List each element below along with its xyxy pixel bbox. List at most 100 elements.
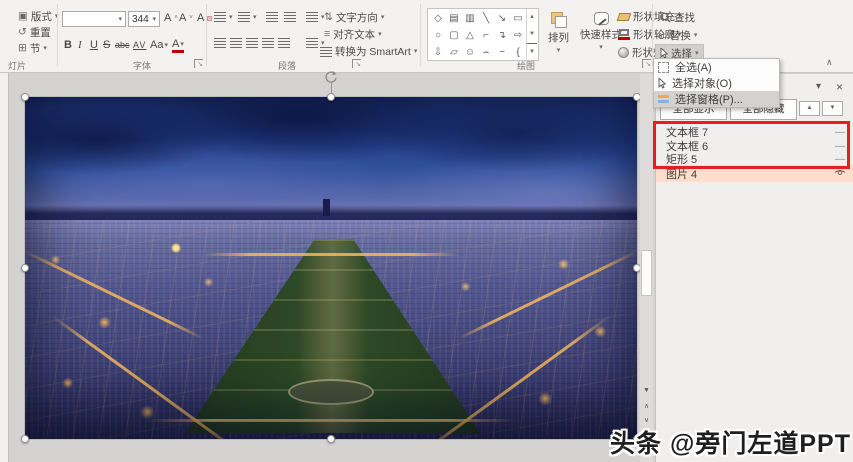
rotation-handle[interactable] bbox=[324, 70, 338, 84]
font-size-combo[interactable]: 344 bbox=[128, 11, 160, 27]
slide-scrollbar[interactable] bbox=[640, 74, 653, 462]
line-spacing-button[interactable] bbox=[306, 12, 325, 22]
bring-forward-button[interactable] bbox=[799, 101, 820, 116]
hidden-state-icon[interactable]: — bbox=[835, 127, 845, 138]
font-name-combo[interactable] bbox=[62, 11, 126, 27]
shape-vertical-textbox[interactable]: ▥ bbox=[462, 10, 478, 27]
hidden-state-icon[interactable]: — bbox=[835, 154, 845, 165]
shape-rectangle[interactable]: ▭ bbox=[510, 10, 526, 27]
shrink-font-button[interactable]: A bbox=[179, 12, 193, 24]
pane-item-rectangle5[interactable]: 矩形 5 — bbox=[656, 152, 853, 166]
decrease-indent-icon bbox=[266, 12, 278, 22]
increase-indent-button[interactable] bbox=[284, 12, 296, 22]
shape-parallelogram[interactable]: ▱ bbox=[446, 44, 462, 61]
chevron-down-icon bbox=[599, 44, 603, 51]
shadow-button[interactable]: S bbox=[103, 38, 115, 53]
shape-arrow-line[interactable]: ↘ bbox=[494, 10, 510, 27]
layout-button[interactable]: 版式 bbox=[18, 9, 58, 24]
shape-oval[interactable]: ○ bbox=[430, 27, 446, 44]
chevron-down-icon bbox=[118, 16, 122, 23]
shape-right-arrow[interactable]: ⇨ bbox=[510, 27, 526, 44]
send-backward-button[interactable] bbox=[822, 101, 843, 116]
scrollbar-thumb[interactable] bbox=[641, 250, 652, 296]
numbering-button[interactable] bbox=[238, 12, 257, 22]
clear-formatting-button[interactable]: A bbox=[197, 12, 212, 24]
shape-triangle[interactable]: △ bbox=[462, 27, 478, 44]
shape-arc[interactable]: ⌢ bbox=[478, 44, 494, 61]
pane-item-picture4[interactable]: 图片 4 bbox=[656, 165, 853, 182]
group-divider bbox=[206, 4, 207, 66]
menu-item-select-objects[interactable]: 选择对象(O) bbox=[654, 75, 779, 91]
reset-button[interactable]: 重置 bbox=[18, 25, 51, 40]
find-button[interactable]: 查找 bbox=[660, 10, 695, 25]
chevron-down-icon bbox=[180, 41, 184, 48]
section-button[interactable]: 节 bbox=[18, 41, 47, 56]
align-center-button[interactable] bbox=[230, 38, 242, 48]
align-center-icon bbox=[230, 38, 242, 48]
search-icon bbox=[660, 12, 671, 23]
resize-handle-top-center[interactable] bbox=[327, 93, 335, 101]
shape-smiley[interactable]: ☺ bbox=[462, 44, 478, 61]
layout-icon bbox=[18, 11, 28, 22]
reset-label: 重置 bbox=[30, 25, 51, 40]
justify-button[interactable] bbox=[262, 38, 274, 48]
previous-slide-icon[interactable] bbox=[640, 400, 653, 413]
align-right-button[interactable] bbox=[246, 38, 258, 48]
collapse-ribbon-icon[interactable] bbox=[826, 58, 833, 67]
pane-close-icon[interactable] bbox=[836, 81, 843, 93]
convert-smartart-button[interactable]: 转换为 SmartArt bbox=[320, 44, 417, 59]
shapes-gallery-scrollbar[interactable] bbox=[526, 9, 537, 60]
gallery-down-icon[interactable] bbox=[527, 26, 537, 43]
font-color-button[interactable]: A bbox=[172, 38, 184, 53]
decrease-indent-button[interactable] bbox=[266, 12, 278, 22]
shape-line[interactable]: ╲ bbox=[478, 10, 494, 27]
select-dropdown-menu: 全选(A) 选择对象(O) 选择窗格(P)... bbox=[653, 58, 780, 108]
shape-diamond[interactable]: ◇ bbox=[430, 10, 446, 27]
quick-styles-button[interactable]: 快速样式 bbox=[580, 12, 622, 51]
shrink-arrow-icon bbox=[189, 15, 193, 21]
text-direction-button[interactable]: 文字方向 bbox=[324, 10, 384, 25]
line-spacing-icon bbox=[306, 12, 318, 22]
resize-handle-bottom-left[interactable] bbox=[21, 435, 29, 443]
strikethrough-button[interactable]: abc bbox=[115, 38, 130, 53]
scroll-down-icon[interactable] bbox=[640, 384, 653, 397]
menu-item-selection-pane[interactable]: 选择窗格(P)... bbox=[654, 91, 779, 107]
shape-elbow-arrow[interactable]: ↴ bbox=[494, 27, 510, 44]
selected-picture-paris-aerial[interactable] bbox=[25, 97, 637, 439]
resize-handle-top-left[interactable] bbox=[21, 93, 29, 101]
shape-down-arrow[interactable]: ⇩ bbox=[430, 44, 446, 61]
shape-elbow-connector[interactable]: ⌐ bbox=[478, 27, 494, 44]
shape-curve[interactable]: ~ bbox=[494, 44, 510, 61]
distribute-button[interactable] bbox=[278, 38, 290, 48]
shape-outline-icon bbox=[618, 29, 630, 40]
drawing-dialog-launcher[interactable] bbox=[642, 59, 651, 68]
layout-label: 版式 bbox=[31, 9, 52, 24]
resize-handle-bottom-center[interactable] bbox=[327, 435, 335, 443]
resize-handle-mid-left[interactable] bbox=[21, 264, 29, 272]
pane-item-textbox7[interactable]: 文本框 7 — bbox=[656, 125, 853, 139]
gallery-up-icon[interactable] bbox=[527, 9, 537, 26]
shape-textbox[interactable]: ▤ bbox=[446, 10, 462, 27]
eye-icon[interactable] bbox=[834, 168, 846, 180]
shapes-gallery[interactable]: ◇ ▤ ▥ ╲ ↘ ▭ ○ ▢ △ ⌐ ↴ ⇨ ⇩ ▱ ☺ ⌢ ~ { bbox=[427, 8, 539, 61]
align-left-button[interactable] bbox=[214, 38, 226, 48]
arrange-icon bbox=[551, 12, 567, 28]
hidden-state-icon[interactable]: — bbox=[835, 141, 845, 152]
bold-button[interactable]: B bbox=[64, 38, 76, 53]
menu-item-select-all[interactable]: 全选(A) bbox=[654, 59, 779, 75]
arrange-button[interactable]: 排列 bbox=[548, 12, 569, 54]
font-dialog-launcher[interactable] bbox=[194, 59, 203, 68]
character-spacing-button[interactable]: AV bbox=[133, 38, 146, 53]
chevron-down-icon bbox=[414, 48, 418, 55]
change-case-button[interactable]: Aa bbox=[150, 38, 168, 53]
italic-button[interactable]: I bbox=[78, 38, 90, 53]
underline-button[interactable]: U bbox=[90, 38, 102, 53]
shape-rounded-rectangle[interactable]: ▢ bbox=[446, 27, 462, 44]
replace-button[interactable]: 替换 bbox=[658, 28, 697, 43]
grow-font-button[interactable]: A bbox=[164, 12, 178, 24]
pane-menu-icon[interactable] bbox=[816, 82, 821, 92]
paragraph-dialog-launcher[interactable] bbox=[352, 59, 361, 68]
chevron-down-icon bbox=[253, 14, 257, 21]
align-text-button[interactable]: 对齐文本 bbox=[324, 27, 382, 42]
bullets-button[interactable] bbox=[214, 12, 233, 22]
